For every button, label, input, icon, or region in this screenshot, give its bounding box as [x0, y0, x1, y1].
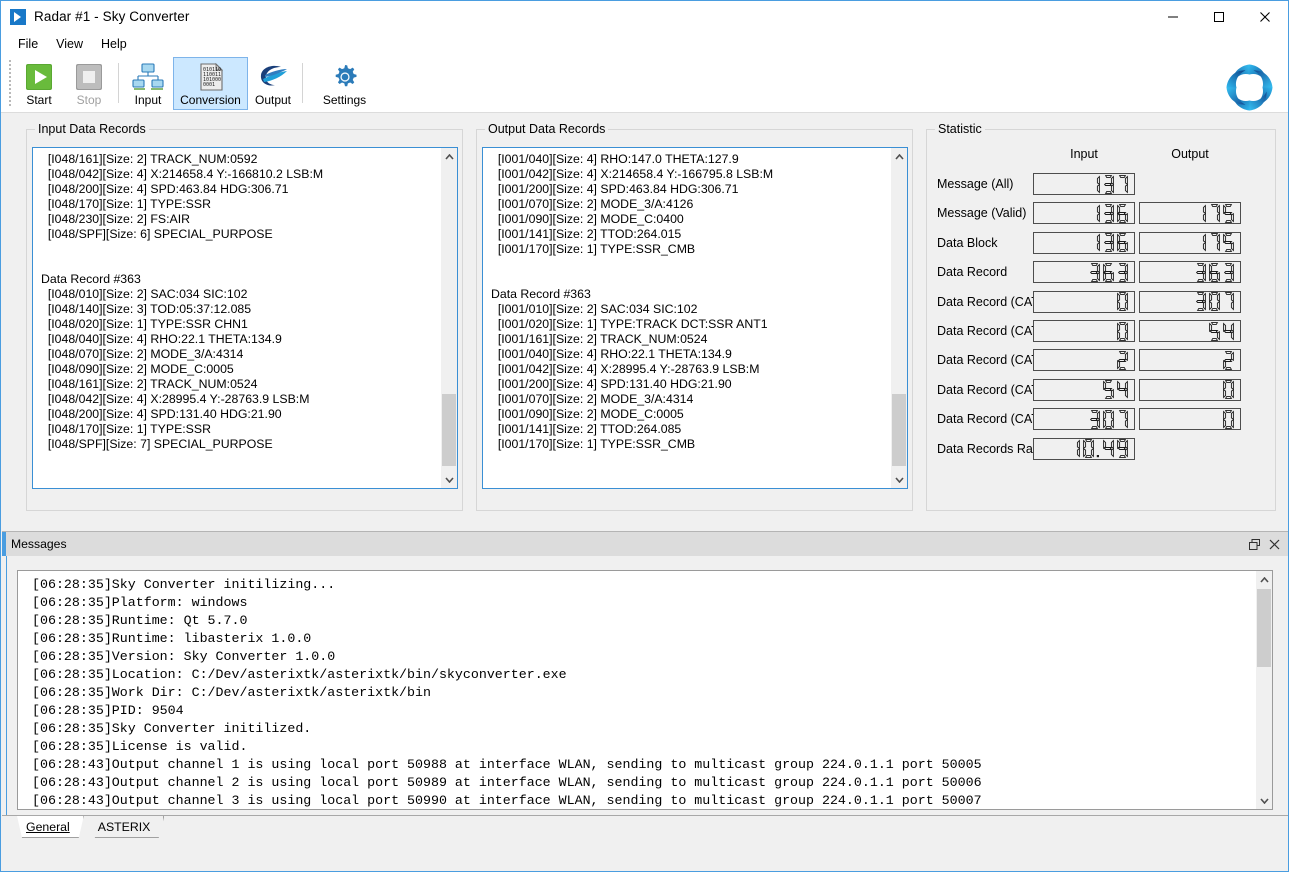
chevron-up-icon[interactable]	[891, 148, 907, 165]
statistic-label-data-block: Data Block	[937, 235, 998, 250]
input-scrollbar[interactable]	[440, 148, 457, 488]
tab-strip: General ASTERIX	[12, 816, 165, 838]
messages-body: [06:28:35]Sky Converter initilizing... […	[6, 556, 1288, 816]
tab-general-label: General	[26, 820, 70, 834]
statistic-input-message-valid	[1033, 202, 1135, 225]
statistic-group: Statistic Input Output Message (All) Messag…	[926, 122, 1276, 511]
messages-scrollbar[interactable]	[1255, 571, 1272, 809]
statistic-label-data-records-rate: Data Records Rate	[937, 441, 1044, 456]
toolbar-button-input[interactable]: Input	[123, 57, 173, 110]
messages-close-button[interactable]	[1266, 536, 1282, 552]
messages-dock: Messages [06:28:35]Sky Converter initili…	[2, 531, 1288, 816]
toolbar-label-input: Input	[134, 93, 162, 107]
statistic-input-data-records-rate	[1033, 437, 1135, 460]
messages-scroll-thumb[interactable]	[1257, 589, 1271, 667]
statistic-input-data-record	[1033, 261, 1135, 284]
menu-view[interactable]: View	[47, 35, 92, 53]
window-controls	[1150, 1, 1288, 32]
statistic-label-message-all: Message (All)	[937, 177, 1014, 191]
messages-dock-header: Messages	[2, 531, 1288, 556]
output-scrollbar[interactable]	[890, 148, 907, 488]
output-records-text: [I001/040][Size: 4] RHO:147.0 THETA:127.…	[491, 152, 774, 451]
messages-title: Messages	[11, 537, 67, 551]
network-input-icon	[132, 61, 164, 93]
statistic-column-header-input: Input	[1070, 147, 1098, 161]
toolbar-label-conversion: Conversion	[180, 93, 241, 107]
statistic-input-data-record-cat008	[1033, 349, 1135, 372]
input-panel-title: Input Data Records	[35, 122, 149, 136]
toolbar-label-stop: Stop	[76, 93, 102, 107]
chevron-down-icon[interactable]	[441, 471, 457, 488]
statistic-input-data-block	[1033, 231, 1135, 254]
input-records-textbox[interactable]: [I048/161][Size: 2] TRACK_NUM:0592 [I048…	[32, 147, 458, 489]
statistic-input-data-record-cat048	[1033, 408, 1135, 431]
statistic-label-data-record: Data Record	[937, 265, 1008, 280]
stop-icon	[73, 61, 105, 93]
output-data-records-group: Output Data Records [I001/040][Size: 4] …	[476, 122, 913, 511]
app-icon	[10, 8, 26, 25]
input-data-records-group: Input Data Records [I048/161][Size: 2] T…	[26, 122, 463, 511]
play-icon	[23, 61, 55, 93]
message-log-text: [06:28:35]Sky Converter initilizing... […	[32, 577, 982, 808]
main-content: Input Data Records [I048/161][Size: 2] T…	[1, 114, 1288, 526]
toolbar-label-output: Output	[254, 93, 292, 107]
minimize-button[interactable]	[1150, 1, 1196, 32]
statistic-output-data-record-cat002	[1139, 320, 1241, 342]
tab-asterix-label: ASTERIX	[97, 820, 151, 834]
statistic-output-data-record-cat048	[1139, 408, 1241, 431]
statistic-grid: Input Output Message (All) Message (Valid) D…	[927, 130, 1275, 510]
window-title: Radar #1 - Sky Converter	[34, 9, 190, 24]
toolbar-label-settings: Settings	[322, 93, 367, 107]
toolbar-separator-1	[118, 63, 119, 103]
dock-accent-bar	[2, 532, 6, 556]
statistic-input-message-all	[1033, 173, 1135, 195]
output-panel-title: Output Data Records	[485, 122, 609, 136]
messages-float-button[interactable]	[1246, 536, 1262, 552]
svg-text:0001: 0001	[203, 82, 215, 88]
toolbar-button-settings[interactable]: Settings	[307, 57, 382, 110]
statistic-output-data-record-cat001	[1139, 290, 1241, 313]
statistic-input-data-record-cat001	[1033, 290, 1135, 313]
menu-file[interactable]: File	[9, 35, 47, 53]
toolbar-button-conversion[interactable]: 010110 110011 101000 0001 Conversion	[173, 57, 248, 110]
binary-document-icon: 010110 110011 101000 0001	[195, 61, 227, 93]
statistic-input-data-record-cat034	[1033, 378, 1135, 401]
statistic-label-message-valid: Message (Valid)	[937, 206, 1027, 221]
chevron-down-icon[interactable]	[1256, 792, 1272, 809]
bottom-tabbar: General ASTERIX	[2, 815, 1288, 871]
tab-general[interactable]: General	[12, 816, 84, 838]
gear-icon	[329, 61, 361, 93]
output-records-textbox[interactable]: [I001/040][Size: 4] RHO:147.0 THETA:127.…	[482, 147, 908, 489]
toolbar-button-output[interactable]: Output	[248, 57, 298, 110]
toolbar-drag-handle[interactable]	[7, 58, 14, 108]
statistic-output-data-block	[1139, 231, 1241, 254]
menubar: File View Help	[1, 32, 1288, 55]
toolbar-label-start: Start	[26, 93, 52, 107]
chevron-up-icon[interactable]	[441, 148, 457, 165]
statistic-column-header-output: Output	[1171, 147, 1209, 161]
tab-asterix[interactable]: ASTERIX	[84, 816, 165, 838]
output-scroll-thumb[interactable]	[892, 394, 906, 466]
window-titlebar: Radar #1 - Sky Converter	[1, 1, 1288, 32]
application-window: Radar #1 - Sky Converter File View Help	[0, 0, 1289, 872]
main-toolbar: Start Stop Input 010110 110011 101000 00…	[1, 55, 1288, 113]
statistic-output-data-record-cat008	[1139, 349, 1241, 372]
close-button[interactable]	[1242, 1, 1288, 32]
menu-help[interactable]: Help	[92, 35, 136, 53]
maximize-button[interactable]	[1196, 1, 1242, 32]
statistic-output-data-record	[1139, 261, 1241, 284]
statistic-input-data-record-cat002	[1033, 320, 1135, 342]
message-log-textbox[interactable]: [06:28:35]Sky Converter initilizing... […	[17, 570, 1273, 810]
chevron-up-icon[interactable]	[1256, 571, 1272, 588]
input-scroll-thumb[interactable]	[442, 394, 456, 466]
chevron-down-icon[interactable]	[891, 471, 907, 488]
aperture-pinwheel-logo	[1223, 61, 1276, 114]
statistic-output-data-record-cat034	[1139, 378, 1241, 401]
e-swoosh-icon	[257, 61, 289, 93]
toolbar-button-stop[interactable]: Stop	[64, 57, 114, 110]
toolbar-button-start[interactable]: Start	[14, 57, 64, 110]
input-records-text: [I048/161][Size: 2] TRACK_NUM:0592 [I048…	[41, 152, 324, 451]
statistic-output-message-valid	[1139, 202, 1241, 225]
toolbar-separator-2	[302, 63, 303, 103]
